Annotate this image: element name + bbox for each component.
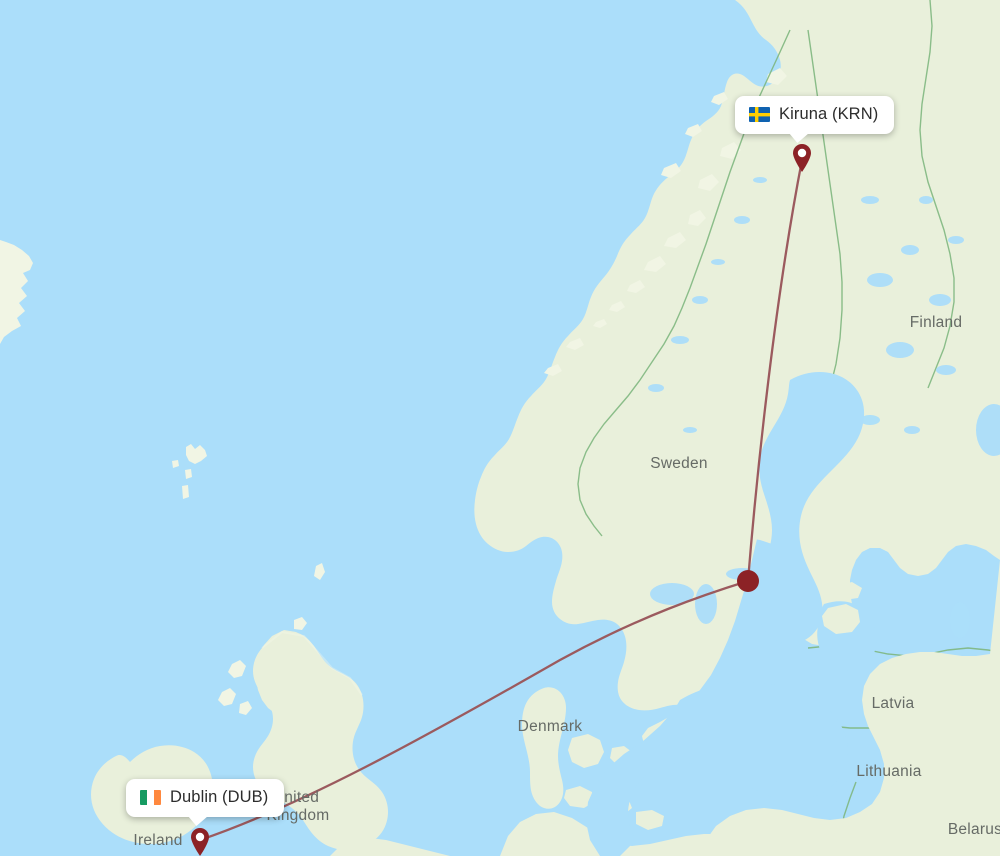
destination-label-bubble[interactable]: Kiruna (KRN): [735, 96, 895, 143]
origin-label-bubble[interactable]: Dublin (DUB): [126, 779, 285, 826]
ireland-flag: [140, 790, 161, 805]
flight-route-map[interactable]: Finland Sweden Denmark Latvia Lithuania …: [0, 0, 1000, 856]
sweden-flag: [749, 107, 770, 122]
destination-label-text: Kiruna (KRN): [779, 105, 879, 123]
waypoint-marker: [737, 570, 759, 592]
origin-label-text: Dublin (DUB): [170, 788, 269, 806]
